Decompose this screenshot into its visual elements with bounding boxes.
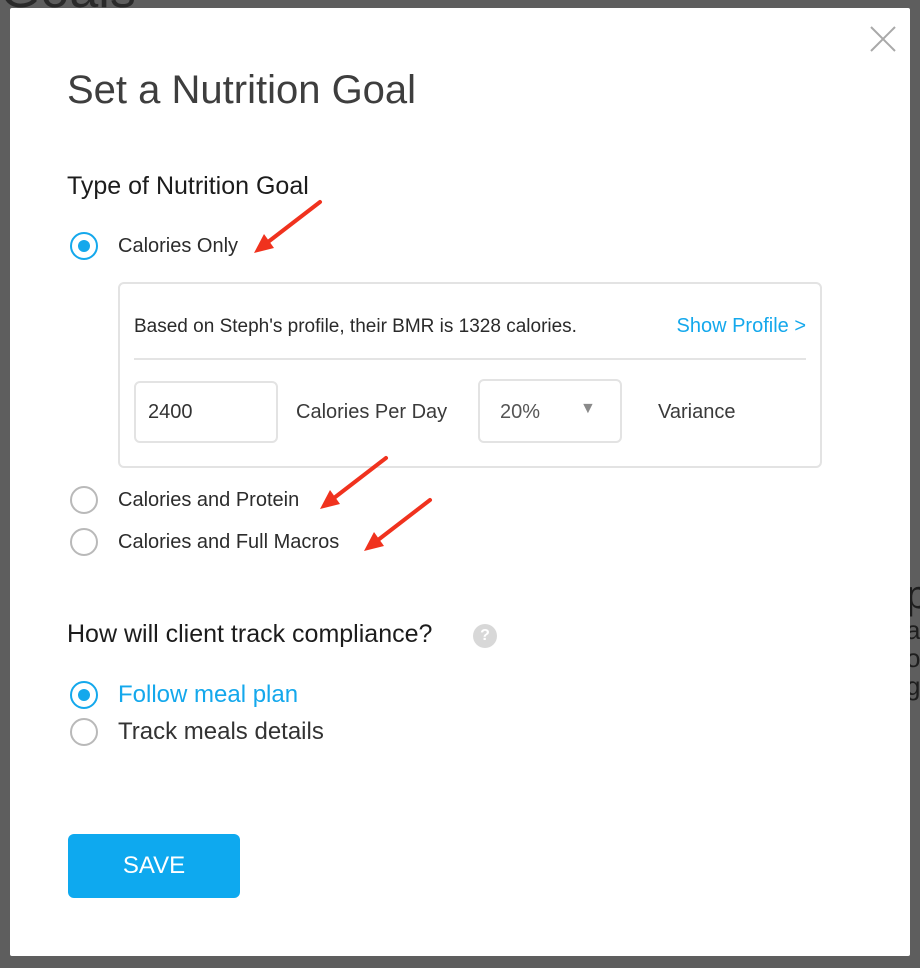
calories-per-day-label: Calories Per Day [296, 401, 448, 423]
radio-follow-meal-plan[interactable]: Follow meal plan [70, 681, 298, 709]
radio-track-meals-details[interactable]: Track meals details [70, 718, 324, 746]
radio-label-calories-and-full-macros: Calories and Full Macros [118, 530, 340, 553]
bmr-text: Based on Steph's profile, their BMR is 1… [134, 316, 577, 337]
radio-calories-only[interactable]: Calories Only [70, 232, 238, 260]
radio-calories-and-protein[interactable]: Calories and Protein [70, 486, 299, 514]
close-icon[interactable] [868, 24, 898, 54]
modal-title: Set a Nutrition Goal [67, 68, 417, 112]
show-profile-link[interactable]: Show Profile > [676, 315, 806, 338]
radio-button-selected[interactable] [70, 232, 98, 260]
red-arrow-icon [364, 498, 432, 551]
question-mark-icon[interactable]: ? [473, 624, 497, 648]
goal-type-heading: Type of Nutrition Goal [67, 172, 309, 200]
variance-label: Variance [658, 401, 736, 423]
variance-dropdown[interactable]: 20% ▼ [478, 379, 622, 443]
red-arrow-icon [254, 200, 322, 253]
caret-down-icon: ▼ [580, 400, 596, 417]
radio-button-selected[interactable] [70, 681, 98, 709]
nutrition-goal-modal: Set a Nutrition Goal Type of Nutrition G… [10, 8, 910, 956]
radio-label-calories-and-protein: Calories and Protein [118, 488, 300, 511]
save-button[interactable]: SAVE [68, 834, 240, 898]
radio-calories-and-full-macros[interactable]: Calories and Full Macros [70, 528, 339, 556]
calories-panel: Based on Steph's profile, their BMR is 1… [118, 282, 822, 468]
radio-button[interactable] [70, 528, 98, 556]
radio-label-calories-only: Calories Only [118, 234, 239, 257]
panel-divider [134, 358, 806, 360]
radio-button[interactable] [70, 486, 98, 514]
calories-per-day-input[interactable] [134, 381, 278, 443]
radio-label-follow-meal-plan: Follow meal plan [118, 681, 299, 708]
variance-value: 20% [500, 401, 541, 423]
radio-label-track-meals-details: Track meals details [118, 718, 324, 745]
radio-button[interactable] [70, 718, 98, 746]
compliance-heading: How will client track compliance? [67, 620, 433, 648]
